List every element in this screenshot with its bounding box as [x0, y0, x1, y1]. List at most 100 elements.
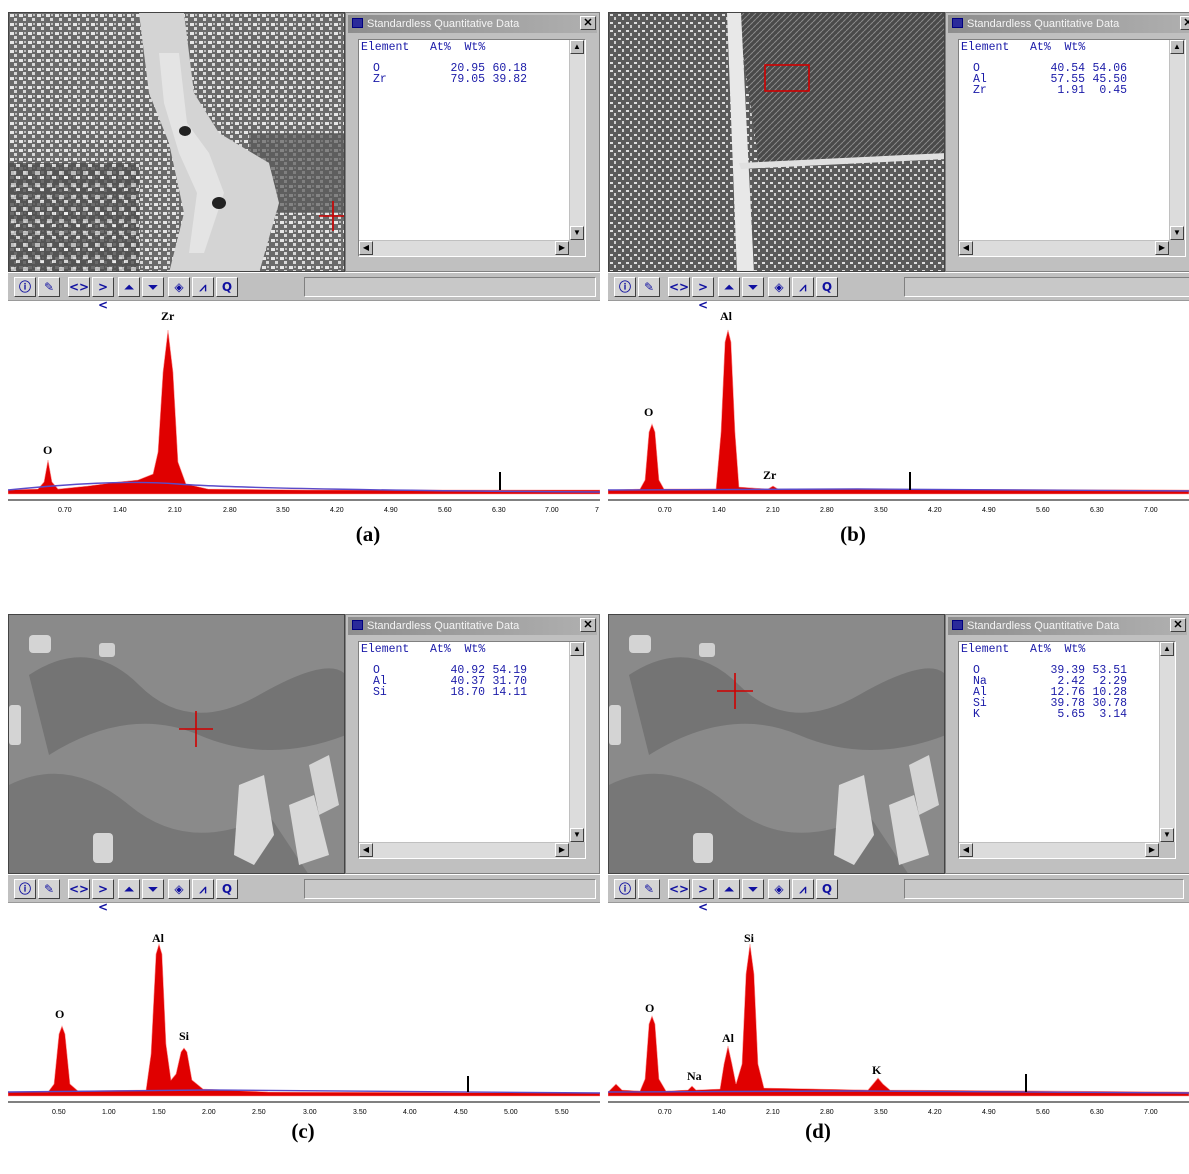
triangle-up-icon[interactable]: ⏶: [718, 277, 740, 297]
pencil-icon[interactable]: ✎: [38, 879, 60, 899]
table-header: Element At% Wt%: [361, 643, 486, 656]
vertical-scrollbar[interactable]: ▲ ▼: [1159, 642, 1175, 842]
collapse-icon[interactable]: ><: [92, 879, 114, 914]
sem-micrograph: [609, 615, 944, 873]
tick-label: 0.50: [52, 1109, 66, 1116]
scroll-left-button[interactable]: ◀: [959, 843, 973, 857]
vertical-scrollbar[interactable]: ▲ ▼: [569, 40, 585, 240]
scroll-right-button[interactable]: ▶: [555, 843, 569, 857]
scroll-down-button[interactable]: ▼: [570, 226, 584, 240]
close-button[interactable]: ✕: [580, 618, 596, 632]
expand-icon[interactable]: <>: [668, 879, 690, 899]
scroll-right-button[interactable]: ▶: [555, 241, 569, 255]
tick-label: 1.00: [102, 1109, 116, 1116]
eds-spectrum: Zr O 0.70 1.40 2.10 2.80 3.50 4.20 4.90 …: [7, 309, 601, 532]
close-button[interactable]: ✕: [580, 16, 596, 30]
peaks-icon[interactable]: ⩘: [192, 879, 214, 899]
layers-icon[interactable]: ◈: [768, 879, 790, 899]
triangle-up-icon[interactable]: ⏶: [118, 879, 140, 899]
quantify-icon[interactable]: Q: [816, 277, 838, 297]
tick-label: 3.50: [276, 507, 290, 514]
el-wt: 0.45: [1099, 84, 1127, 97]
window-titlebar[interactable]: Standardless Quantitative Data ✕: [948, 617, 1187, 635]
panel-a: Standardless Quantitative Data ✕ Element…: [7, 12, 601, 572]
triangle-down-icon[interactable]: ⏷: [142, 277, 164, 297]
toolbar: ⓘ ✎ <> >< ⏶ ⏷ ◈ ⩘ Q: [608, 875, 1189, 914]
scroll-up-button[interactable]: ▲: [570, 40, 584, 54]
triangle-up-icon[interactable]: ⏶: [118, 277, 140, 297]
spectrum-fill: [607, 329, 1189, 495]
collapse-icon[interactable]: ><: [692, 879, 714, 914]
scroll-up-button[interactable]: ▲: [1160, 642, 1174, 656]
expand-icon[interactable]: <>: [68, 879, 90, 899]
info-icon[interactable]: ⓘ: [614, 277, 636, 297]
collapse-icon[interactable]: ><: [692, 277, 714, 312]
panel-caption: (d): [805, 1119, 831, 1143]
eds-spectrum: Si O Al Na K 0.70 1.40 2.10 2.80 3.50 4.…: [607, 914, 1189, 1134]
tick-label: 2.80: [223, 507, 237, 514]
pencil-icon[interactable]: ✎: [38, 277, 60, 297]
info-icon[interactable]: ⓘ: [14, 879, 36, 899]
el-at: 79.05: [450, 73, 485, 86]
triangle-up-icon[interactable]: ⏶: [718, 879, 740, 899]
horizontal-scrollbar[interactable]: ◀ ▶: [959, 240, 1169, 256]
scroll-right-button[interactable]: ▶: [1155, 241, 1169, 255]
peaks-icon[interactable]: ⩘: [192, 277, 214, 297]
scroll-left-button[interactable]: ◀: [959, 241, 973, 255]
quantify-icon[interactable]: Q: [816, 879, 838, 899]
tick-label: 5.60: [438, 507, 452, 514]
horizontal-scrollbar[interactable]: ◀ ▶: [359, 240, 569, 256]
close-button[interactable]: ✕: [1170, 618, 1186, 632]
horizontal-scrollbar[interactable]: ◀ ▶: [959, 842, 1159, 858]
table-row: Zr 79.05 39.82: [361, 73, 527, 86]
tick-label: 5.60: [1036, 1109, 1050, 1116]
layers-icon[interactable]: ◈: [168, 879, 190, 899]
scroll-down-button[interactable]: ▼: [1170, 226, 1184, 240]
tick-label: 5.00: [504, 1109, 518, 1116]
tick-label: 7.00: [1144, 507, 1158, 514]
scroll-left-button[interactable]: ◀: [359, 843, 373, 857]
eds-spectrum: Al O Zr 0.70 1.40 2.10 2.80 3.50 4.20 4.…: [607, 309, 1189, 532]
scroll-down-button[interactable]: ▼: [570, 828, 584, 842]
layers-icon[interactable]: ◈: [168, 277, 190, 297]
tick-label: 4.20: [928, 507, 942, 514]
pencil-icon[interactable]: ✎: [638, 879, 660, 899]
vertical-scrollbar[interactable]: ▲ ▼: [569, 642, 585, 842]
tick-label: 4.90: [384, 507, 398, 514]
tick-label: 2.10: [766, 507, 780, 514]
window-titlebar[interactable]: Standardless Quantitative Data ✕: [948, 15, 1189, 33]
scroll-right-button[interactable]: ▶: [1145, 843, 1159, 857]
window-titlebar[interactable]: Standardless Quantitative Data ✕: [348, 617, 597, 635]
peaks-icon[interactable]: ⩘: [792, 277, 814, 297]
scroll-up-button[interactable]: ▲: [570, 642, 584, 656]
expand-icon[interactable]: <>: [668, 277, 690, 297]
quantify-icon[interactable]: Q: [216, 277, 238, 297]
collapse-icon[interactable]: ><: [92, 277, 114, 312]
scroll-left-button[interactable]: ◀: [359, 241, 373, 255]
close-button[interactable]: ✕: [1180, 16, 1189, 30]
expand-icon[interactable]: <>: [68, 277, 90, 297]
sem-image: [8, 614, 345, 874]
triangle-down-icon[interactable]: ⏷: [742, 879, 764, 899]
tick-label: 4.90: [982, 1109, 996, 1116]
vertical-scrollbar[interactable]: ▲ ▼: [1169, 40, 1185, 240]
tick-label: 5.60: [1036, 507, 1050, 514]
sem-image: [8, 12, 345, 272]
pencil-icon[interactable]: ✎: [638, 277, 660, 297]
quantify-icon[interactable]: Q: [216, 879, 238, 899]
scroll-down-button[interactable]: ▼: [1160, 828, 1174, 842]
tick-label: 5.50: [555, 1109, 569, 1116]
window-icon: [352, 18, 363, 29]
horizontal-scrollbar[interactable]: ◀ ▶: [359, 842, 569, 858]
window-icon: [952, 620, 963, 631]
peaks-icon[interactable]: ⩘: [792, 879, 814, 899]
triangle-down-icon[interactable]: ⏷: [742, 277, 764, 297]
info-icon[interactable]: ⓘ: [14, 277, 36, 297]
el-name: Zr: [973, 84, 987, 97]
triangle-down-icon[interactable]: ⏷: [142, 879, 164, 899]
info-icon[interactable]: ⓘ: [614, 879, 636, 899]
layers-icon[interactable]: ◈: [768, 277, 790, 297]
peak-label: K: [872, 1063, 882, 1077]
scroll-up-button[interactable]: ▲: [1170, 40, 1184, 54]
window-titlebar[interactable]: Standardless Quantitative Data ✕: [348, 15, 597, 33]
